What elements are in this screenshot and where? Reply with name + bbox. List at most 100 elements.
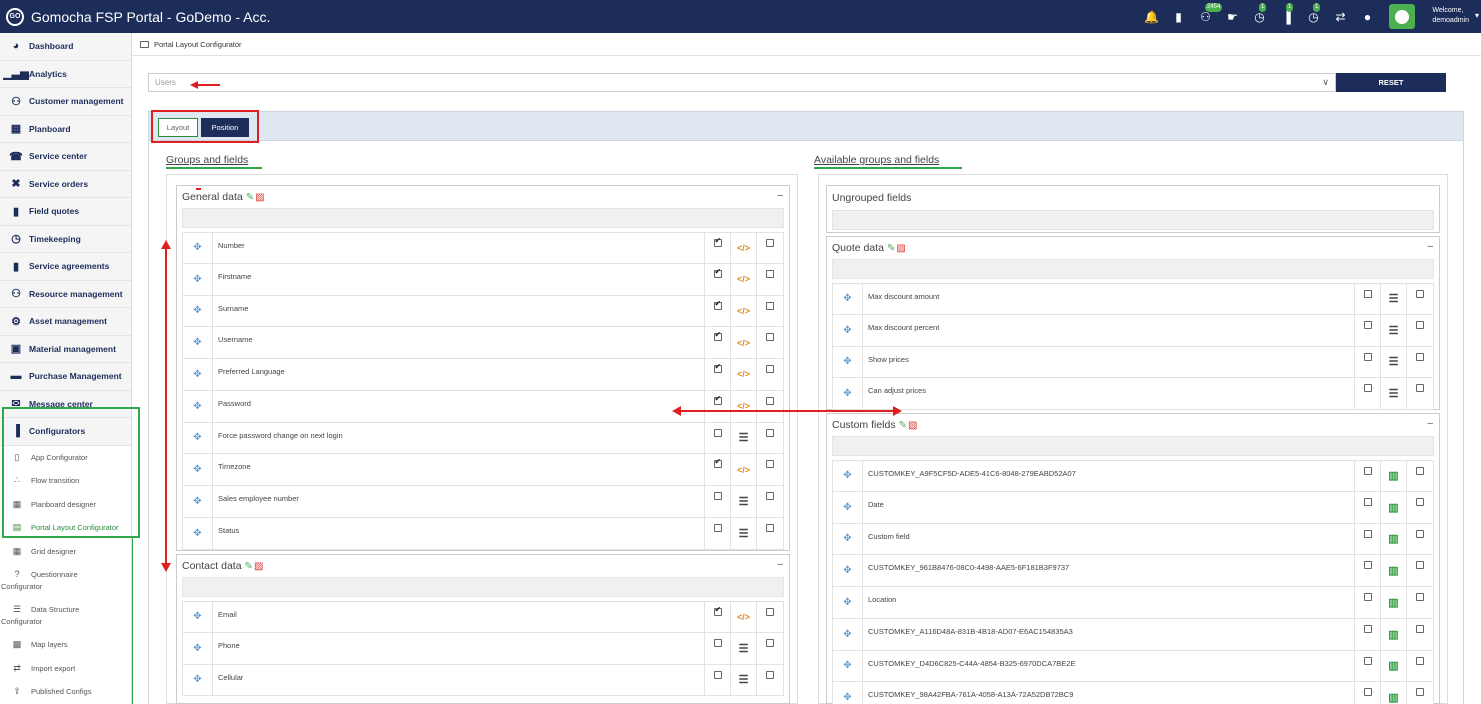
move-icon[interactable]: ✥: [183, 295, 213, 327]
sidebar-item-analytics[interactable]: ▁▃▅ Analytics: [0, 61, 131, 88]
list-icon[interactable]: ☰: [1389, 292, 1399, 305]
drop-zone[interactable]: [182, 577, 784, 597]
visible-checkbox[interactable]: [1363, 624, 1372, 633]
move-icon[interactable]: ✥: [833, 314, 863, 346]
pencil-icon[interactable]: ✎: [245, 561, 253, 572]
sidebar-subitem-questionnaire-configurator[interactable]: ? Questionnaire Configurator: [0, 563, 131, 598]
chat-icon[interactable]: ●: [1354, 10, 1381, 24]
welcome-text[interactable]: Welcome, demoadmin: [1432, 6, 1469, 26]
collapse-icon[interactable]: –: [1427, 241, 1433, 252]
sidebar-item-asset-management[interactable]: ⚙ Asset management: [0, 308, 131, 336]
list-icon[interactable]: ☰: [739, 673, 749, 686]
field-row[interactable]: ✥Preferred Language </>: [182, 359, 784, 391]
sidebar-item-resource-management[interactable]: ⚇ Resource management: [0, 281, 131, 308]
visible-checkbox[interactable]: [1363, 320, 1372, 329]
required-checkbox[interactable]: [766, 638, 774, 647]
field-row[interactable]: ✥Email </>: [182, 601, 784, 633]
required-checkbox[interactable]: [766, 492, 774, 500]
visible-checkbox[interactable]: [1363, 290, 1372, 298]
grid-icon[interactable]: ▥: [1388, 628, 1398, 641]
bell-icon[interactable]: 🔔: [1138, 10, 1165, 24]
visible-checkbox[interactable]: [1363, 593, 1372, 601]
required-checkbox[interactable]: [766, 365, 774, 373]
visible-checkbox[interactable]: [1363, 561, 1372, 570]
clock-icon[interactable]: ◷ 1: [1246, 2, 1273, 24]
field-row[interactable]: ✥Surname </>: [182, 295, 784, 328]
move-icon[interactable]: ✥: [183, 390, 213, 422]
move-icon[interactable]: ✥: [833, 555, 863, 586]
sidebar-subitem-portal-layout-configurator[interactable]: ▤ Portal Layout Configurator: [0, 516, 131, 540]
required-checkbox[interactable]: [1416, 656, 1424, 665]
drop-zone[interactable]: [182, 208, 784, 228]
grid-icon[interactable]: ▥: [1388, 564, 1398, 577]
move-icon[interactable]: ✥: [833, 346, 863, 378]
code-icon[interactable]: </>: [737, 274, 750, 284]
move-icon[interactable]: ✥: [183, 454, 213, 485]
list-icon[interactable]: ☰: [739, 431, 749, 444]
pencil-icon[interactable]: ✎: [246, 192, 254, 203]
drop-zone[interactable]: [832, 436, 1434, 456]
field-row[interactable]: ✥Username </>: [182, 327, 784, 359]
visible-checkbox[interactable]: [713, 492, 722, 500]
required-checkbox[interactable]: [1416, 688, 1424, 697]
code-icon[interactable]: </>: [737, 465, 750, 475]
visible-checkbox[interactable]: [713, 236, 722, 247]
list-icon[interactable]: ☰: [1389, 355, 1399, 368]
visible-checkbox[interactable]: [713, 638, 722, 647]
field-row[interactable]: ✥ Cellular ☰: [182, 664, 784, 697]
required-checkbox[interactable]: [766, 428, 774, 437]
required-checkbox[interactable]: [1416, 290, 1424, 298]
field-row[interactable]: ✥Timezone </>: [182, 454, 784, 486]
grid-icon[interactable]: ▥: [1388, 691, 1398, 704]
field-row[interactable]: ✥ CUSTOMKEY_961B8476-08C0-4498-AAE5-6F181…: [832, 555, 1434, 587]
move-icon[interactable]: ✥: [833, 461, 863, 491]
required-checkbox[interactable]: [1416, 320, 1424, 329]
sidebar-item-configurators[interactable]: ▐ Configurators: [0, 418, 131, 446]
required-checkbox[interactable]: [766, 396, 774, 405]
required-checkbox[interactable]: [766, 460, 774, 469]
visible-checkbox[interactable]: [713, 457, 722, 469]
visible-checkbox[interactable]: [1363, 529, 1372, 538]
sidebar-item-service-center[interactable]: ☎ Service center: [0, 143, 131, 171]
collapse-icon[interactable]: –: [1427, 418, 1433, 429]
required-checkbox[interactable]: [766, 523, 774, 532]
visible-checkbox[interactable]: [1363, 688, 1372, 697]
drop-zone[interactable]: [832, 259, 1434, 279]
required-checkbox[interactable]: [1416, 561, 1424, 570]
sidebar-item-message-center[interactable]: ✉ Message center: [0, 391, 131, 418]
tab-layout[interactable]: Layout: [158, 118, 198, 137]
sidebar-subitem-app-configurator[interactable]: ▯ App Configurator: [0, 445, 131, 469]
move-icon[interactable]: ✥: [833, 682, 863, 704]
field-row[interactable]: ✥ Force password change on next login ☰: [182, 422, 784, 455]
sidebar-item-planboard[interactable]: ▦ Planboard: [0, 116, 131, 143]
field-row[interactable]: ✥ CUSTOMKEY_D4D6C825-C44A-4854-B325-6970D…: [832, 650, 1434, 683]
collapse-icon[interactable]: –: [777, 559, 783, 570]
trash-icon[interactable]: ▨: [908, 420, 917, 431]
visible-checkbox[interactable]: [713, 428, 722, 437]
code-icon[interactable]: </>: [737, 338, 750, 348]
sidebar-subitem-grid-designer[interactable]: ▦ Grid designer: [0, 539, 131, 563]
required-checkbox[interactable]: [1416, 467, 1424, 475]
code-icon[interactable]: </>: [737, 243, 750, 253]
list-icon[interactable]: ☰: [1389, 324, 1399, 337]
drop-zone[interactable]: [832, 210, 1434, 230]
list-icon[interactable]: ☰: [739, 642, 749, 655]
trash-icon[interactable]: ▨: [896, 243, 905, 254]
move-icon[interactable]: ✥: [833, 650, 863, 682]
required-checkbox[interactable]: [766, 608, 774, 616]
sidebar-item-dashboard[interactable]: ◕ Dashboard: [0, 33, 131, 61]
sidebar-item-customer-management[interactable]: ⚇ Customer management: [0, 88, 131, 116]
trash-icon[interactable]: ▨: [255, 192, 264, 203]
grid-icon[interactable]: ▥: [1388, 469, 1398, 482]
field-row[interactable]: ✥ Location ▥: [832, 587, 1434, 619]
entity-select[interactable]: Users ∨: [148, 73, 1336, 92]
grid-icon[interactable]: ▥: [1388, 659, 1398, 672]
field-row[interactable]: ✥ Max discount percent ☰: [832, 314, 1434, 347]
required-checkbox[interactable]: [1416, 352, 1424, 361]
sidebar-item-material-management[interactable]: ▣ Material management: [0, 336, 131, 363]
field-row[interactable]: ✥ Custom field ▥: [832, 523, 1434, 556]
required-checkbox[interactable]: [766, 269, 774, 278]
visible-checkbox[interactable]: [1363, 352, 1372, 361]
field-row[interactable]: ✥Number </>: [182, 232, 784, 264]
pencil-icon[interactable]: ✎: [887, 243, 895, 254]
